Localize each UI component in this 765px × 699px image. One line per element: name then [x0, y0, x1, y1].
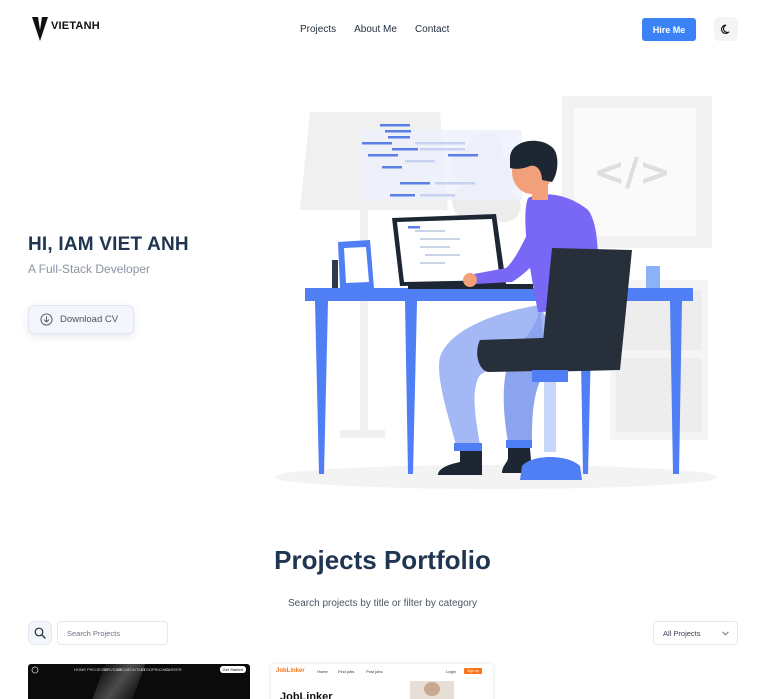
portfolio-subtitle: Search projects by title or filter by ca… — [288, 598, 477, 609]
hire-me-button[interactable]: Hire Me — [642, 18, 696, 41]
card-thumb-logo: JobLinker — [276, 668, 305, 674]
category-select-value: All Projects — [663, 628, 701, 638]
hero-title: HI, IAM VIET ANH — [28, 234, 189, 255]
site-header: VIETANH Projects About Me Contact Hire M… — [0, 0, 765, 60]
portfolio-title: Projects Portfolio — [274, 545, 491, 575]
logo-text: VIETANH — [51, 20, 100, 32]
hero-subtitle: A Full-Stack Developer — [28, 262, 151, 276]
project-card[interactable]: HOME PROJECTS SERVICES ABOUT CONTACT BLO… — [28, 664, 250, 699]
main-nav: Projects About Me Contact — [300, 24, 449, 35]
card-thumb-nav-item: Find jobs — [338, 669, 355, 674]
logo-v-icon — [32, 17, 48, 41]
card-thumb-cta: Get Started — [219, 666, 246, 673]
download-cv-button[interactable]: Download CV — [28, 305, 134, 334]
card-thumb-login: Login — [446, 669, 456, 674]
download-cv-label: Download CV — [60, 314, 119, 325]
project-card[interactable]: JobLinker Home Find jobs Post jobs Login… — [271, 664, 493, 699]
card-thumb-nav-item: BLOG — [141, 667, 153, 672]
category-select[interactable]: All Projects — [653, 621, 738, 645]
card-logo-icon — [31, 666, 39, 674]
search-button[interactable] — [28, 621, 52, 645]
chevron-down-icon — [722, 631, 729, 636]
card-thumb-nav-item: Post jobs — [366, 669, 383, 674]
svg-text:</>: </> — [593, 150, 671, 194]
card-thumb-person — [424, 682, 440, 696]
nav-link-projects[interactable]: Projects — [300, 24, 336, 35]
nav-link-about[interactable]: About Me — [354, 24, 397, 35]
theme-toggle-button[interactable] — [714, 17, 738, 41]
nav-link-contact[interactable]: Contact — [415, 24, 449, 35]
developer-illustration: </> — [274, 96, 718, 489]
download-icon — [40, 313, 53, 326]
card-thumb-nav-item: HOME — [74, 667, 86, 672]
site-logo[interactable]: VIETANH — [31, 16, 100, 42]
card-thumb-signup: Sign up — [464, 668, 482, 674]
moon-icon — [720, 24, 729, 34]
card-thumb-nav-item: Home — [317, 669, 328, 674]
card-thumb-heading: JobLinker — [280, 691, 333, 699]
search-icon — [34, 627, 46, 639]
search-projects-input[interactable] — [57, 621, 168, 645]
card-thumb-nav-item: CAREER — [165, 667, 182, 672]
